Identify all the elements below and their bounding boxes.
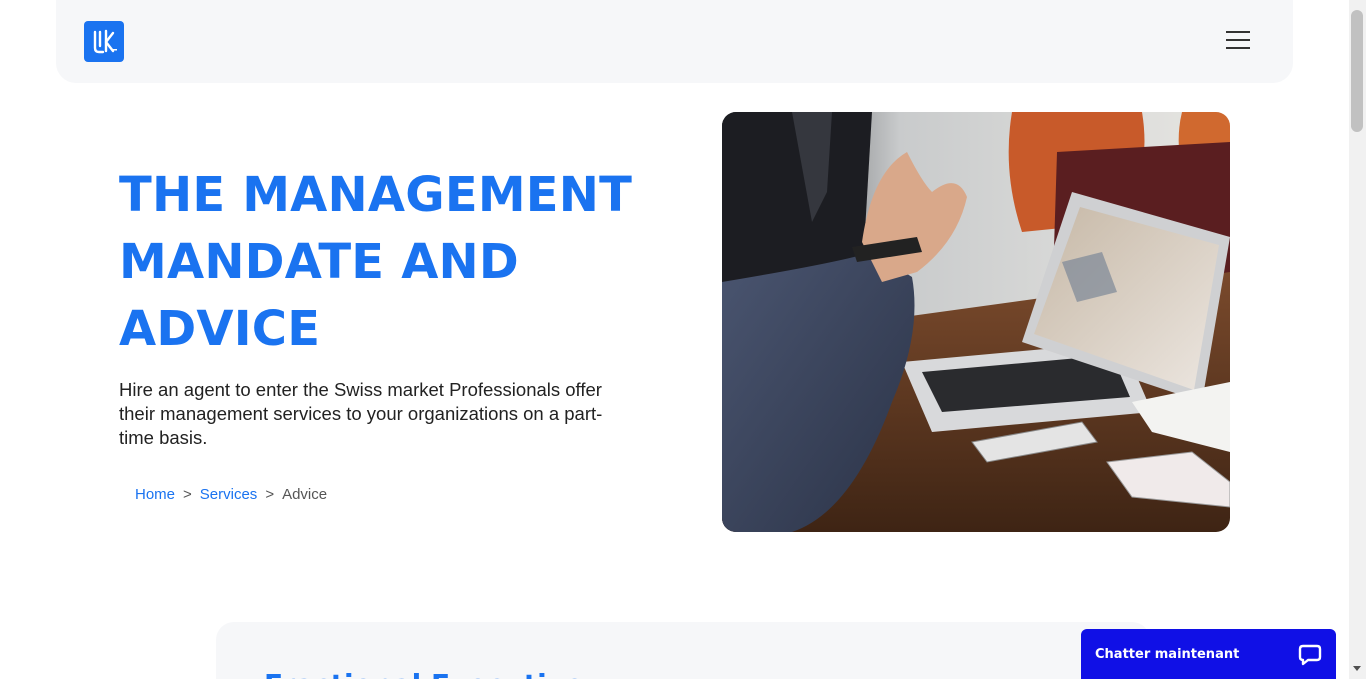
chat-widget-button[interactable]: Chatter maintenant bbox=[1081, 629, 1336, 679]
breadcrumb-home-link[interactable]: Home bbox=[135, 485, 175, 505]
page: THE MANAGEMENT MANDATE AND ADVICE Hire a… bbox=[0, 0, 1366, 679]
chat-bubble-icon bbox=[1298, 644, 1322, 666]
hero-image bbox=[722, 112, 1230, 532]
chat-label: Chatter maintenant bbox=[1095, 646, 1240, 662]
breadcrumb-separator: > bbox=[183, 486, 192, 503]
site-header bbox=[56, 0, 1293, 83]
breadcrumb-separator: > bbox=[265, 486, 275, 503]
scrollbar-thumb[interactable] bbox=[1351, 10, 1363, 132]
section-card: Fractional Executive bbox=[216, 622, 1150, 679]
page-title: THE MANAGEMENT MANDATE AND ADVICE bbox=[119, 167, 633, 357]
scroll-down-arrow-icon[interactable] bbox=[1353, 666, 1361, 671]
hero-description: Hire an agent to enter the Swiss market … bbox=[119, 379, 603, 448]
menu-line bbox=[1226, 39, 1250, 41]
breadcrumb: Home > Services > Advice bbox=[135, 485, 327, 505]
breadcrumb-services-link[interactable]: Services bbox=[200, 485, 258, 505]
menu-line bbox=[1226, 47, 1250, 49]
logo-icon bbox=[93, 29, 117, 53]
brand-logo[interactable] bbox=[84, 21, 124, 62]
section-heading: Fractional Executive bbox=[264, 668, 584, 679]
breadcrumb-current: Advice bbox=[282, 486, 328, 503]
menu-line bbox=[1226, 31, 1250, 33]
page-scrollbar[interactable] bbox=[1349, 0, 1366, 679]
hamburger-menu-icon[interactable] bbox=[1224, 28, 1252, 52]
meeting-laptop-photo bbox=[722, 112, 1230, 532]
